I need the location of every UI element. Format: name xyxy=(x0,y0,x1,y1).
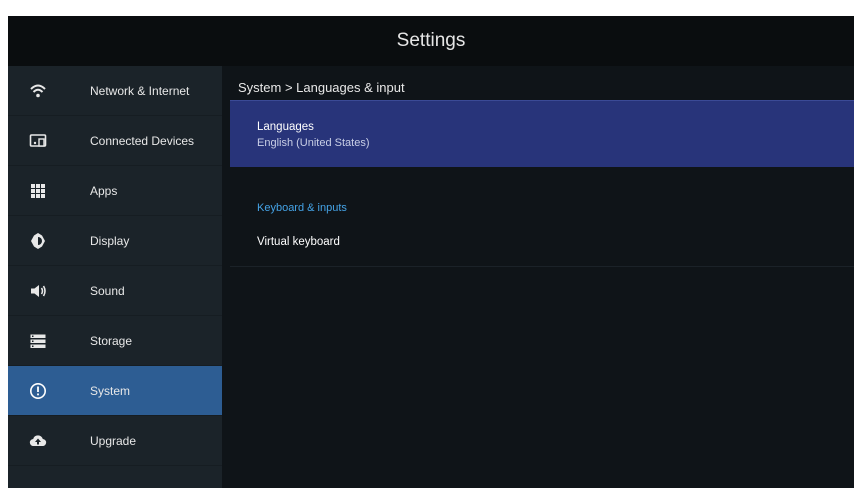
sidebar-item-label: Storage xyxy=(90,333,133,348)
sidebar-item-apps[interactable]: Apps xyxy=(8,166,222,216)
virtual-keyboard-title: Virtual keyboard xyxy=(257,236,340,248)
devices-icon xyxy=(28,131,48,151)
sidebar-item-label: System xyxy=(90,383,131,398)
storage-icon xyxy=(28,331,48,351)
sidebar-item-label: Sound xyxy=(90,283,125,298)
sidebar-item-label: Connected Devices xyxy=(90,133,195,148)
sidebar-item-sound[interactable]: Sound xyxy=(8,266,222,316)
languages-row[interactable]: Languages English (United States) xyxy=(230,100,854,167)
info-icon xyxy=(28,381,48,401)
sidebar: Network & Internet Connected Devices App… xyxy=(8,66,222,488)
sidebar-item-label: Display xyxy=(90,233,130,248)
sidebar-item-system[interactable]: System xyxy=(8,366,222,416)
wifi-icon xyxy=(28,81,48,101)
volume-icon xyxy=(28,281,48,301)
breadcrumb: System > Languages & input xyxy=(238,80,405,95)
keyboard-inputs-header: Keyboard & inputs xyxy=(257,202,347,214)
sidebar-item-network[interactable]: Network & Internet xyxy=(8,66,222,116)
settings-screen: Settings Network & Internet Connected De… xyxy=(8,16,854,488)
sidebar-item-label: Apps xyxy=(90,183,118,198)
apps-grid-icon xyxy=(28,181,48,201)
sidebar-item-upgrade[interactable]: Upgrade xyxy=(8,416,222,466)
title-bar: Settings xyxy=(8,16,854,66)
sidebar-item-label: Network & Internet xyxy=(90,83,190,98)
sidebar-item-connected-devices[interactable]: Connected Devices xyxy=(8,116,222,166)
languages-value: English (United States) xyxy=(257,137,370,149)
virtual-keyboard-row[interactable]: Virtual keyboard xyxy=(230,220,854,267)
cloud-upload-icon xyxy=(28,431,48,451)
sidebar-item-label: Upgrade xyxy=(90,433,137,448)
main-content: System > Languages & input Languages Eng… xyxy=(230,66,854,488)
languages-title: Languages xyxy=(257,121,314,133)
page-title: Settings xyxy=(396,30,466,51)
sidebar-item-display[interactable]: Display xyxy=(8,216,222,266)
brightness-icon xyxy=(28,231,48,251)
sidebar-item-storage[interactable]: Storage xyxy=(8,316,222,366)
